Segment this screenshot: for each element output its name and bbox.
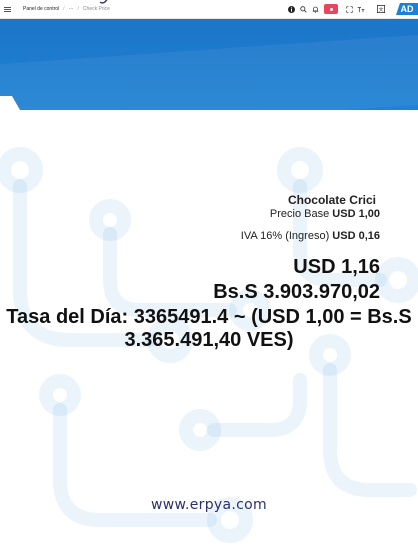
- top-navbar: Panel de control / ··· / Check Price 文 A…: [0, 0, 418, 19]
- exchange-rate: Tasa del Día: 3365491.4 ~ (USD 1,00 = Bs…: [6, 306, 412, 351]
- breadcrumb-separator: /: [77, 6, 79, 12]
- breadcrumb-home[interactable]: Panel de control: [23, 6, 59, 12]
- base-price-value: USD 1,00: [332, 208, 380, 220]
- app-logo-icon: [100, 0, 108, 4]
- breadcrumb-more[interactable]: ···: [69, 6, 74, 12]
- total-ves: Bs.S 3.903.970,02: [213, 281, 380, 303]
- info-icon[interactable]: [286, 4, 296, 14]
- language-icon[interactable]: 文: [376, 4, 386, 14]
- price-check-panel: Chocolate Crici Precio Base USD 1,00 IVA…: [0, 0, 418, 559]
- tax-label: IVA 16% (Ingreso): [240, 230, 330, 242]
- base-price-row: Precio Base USD 1,00: [270, 208, 380, 220]
- breadcrumb-current: Check Price: [82, 6, 110, 12]
- base-price-label: Precio Base: [269, 208, 330, 220]
- fullscreen-icon[interactable]: [344, 4, 354, 14]
- tax-value: USD 0,16: [332, 230, 380, 242]
- record-button[interactable]: [324, 4, 338, 14]
- search-icon[interactable]: [298, 4, 308, 14]
- breadcrumb-separator: /: [63, 6, 65, 12]
- hamburger-menu-icon[interactable]: [4, 4, 14, 14]
- total-usd: USD 1,16: [293, 256, 380, 278]
- product-name: Chocolate Crici: [287, 193, 376, 207]
- svg-text:文: 文: [379, 6, 384, 13]
- footer-url: www.erpya.com: [151, 497, 267, 513]
- font-size-icon[interactable]: [356, 4, 366, 14]
- bell-icon[interactable]: [310, 4, 320, 14]
- ad-badge[interactable]: AD: [396, 3, 418, 15]
- tax-row: IVA 16% (Ingreso) USD 0,16: [241, 230, 380, 242]
- toolbar: 文 AD: [286, 0, 418, 18]
